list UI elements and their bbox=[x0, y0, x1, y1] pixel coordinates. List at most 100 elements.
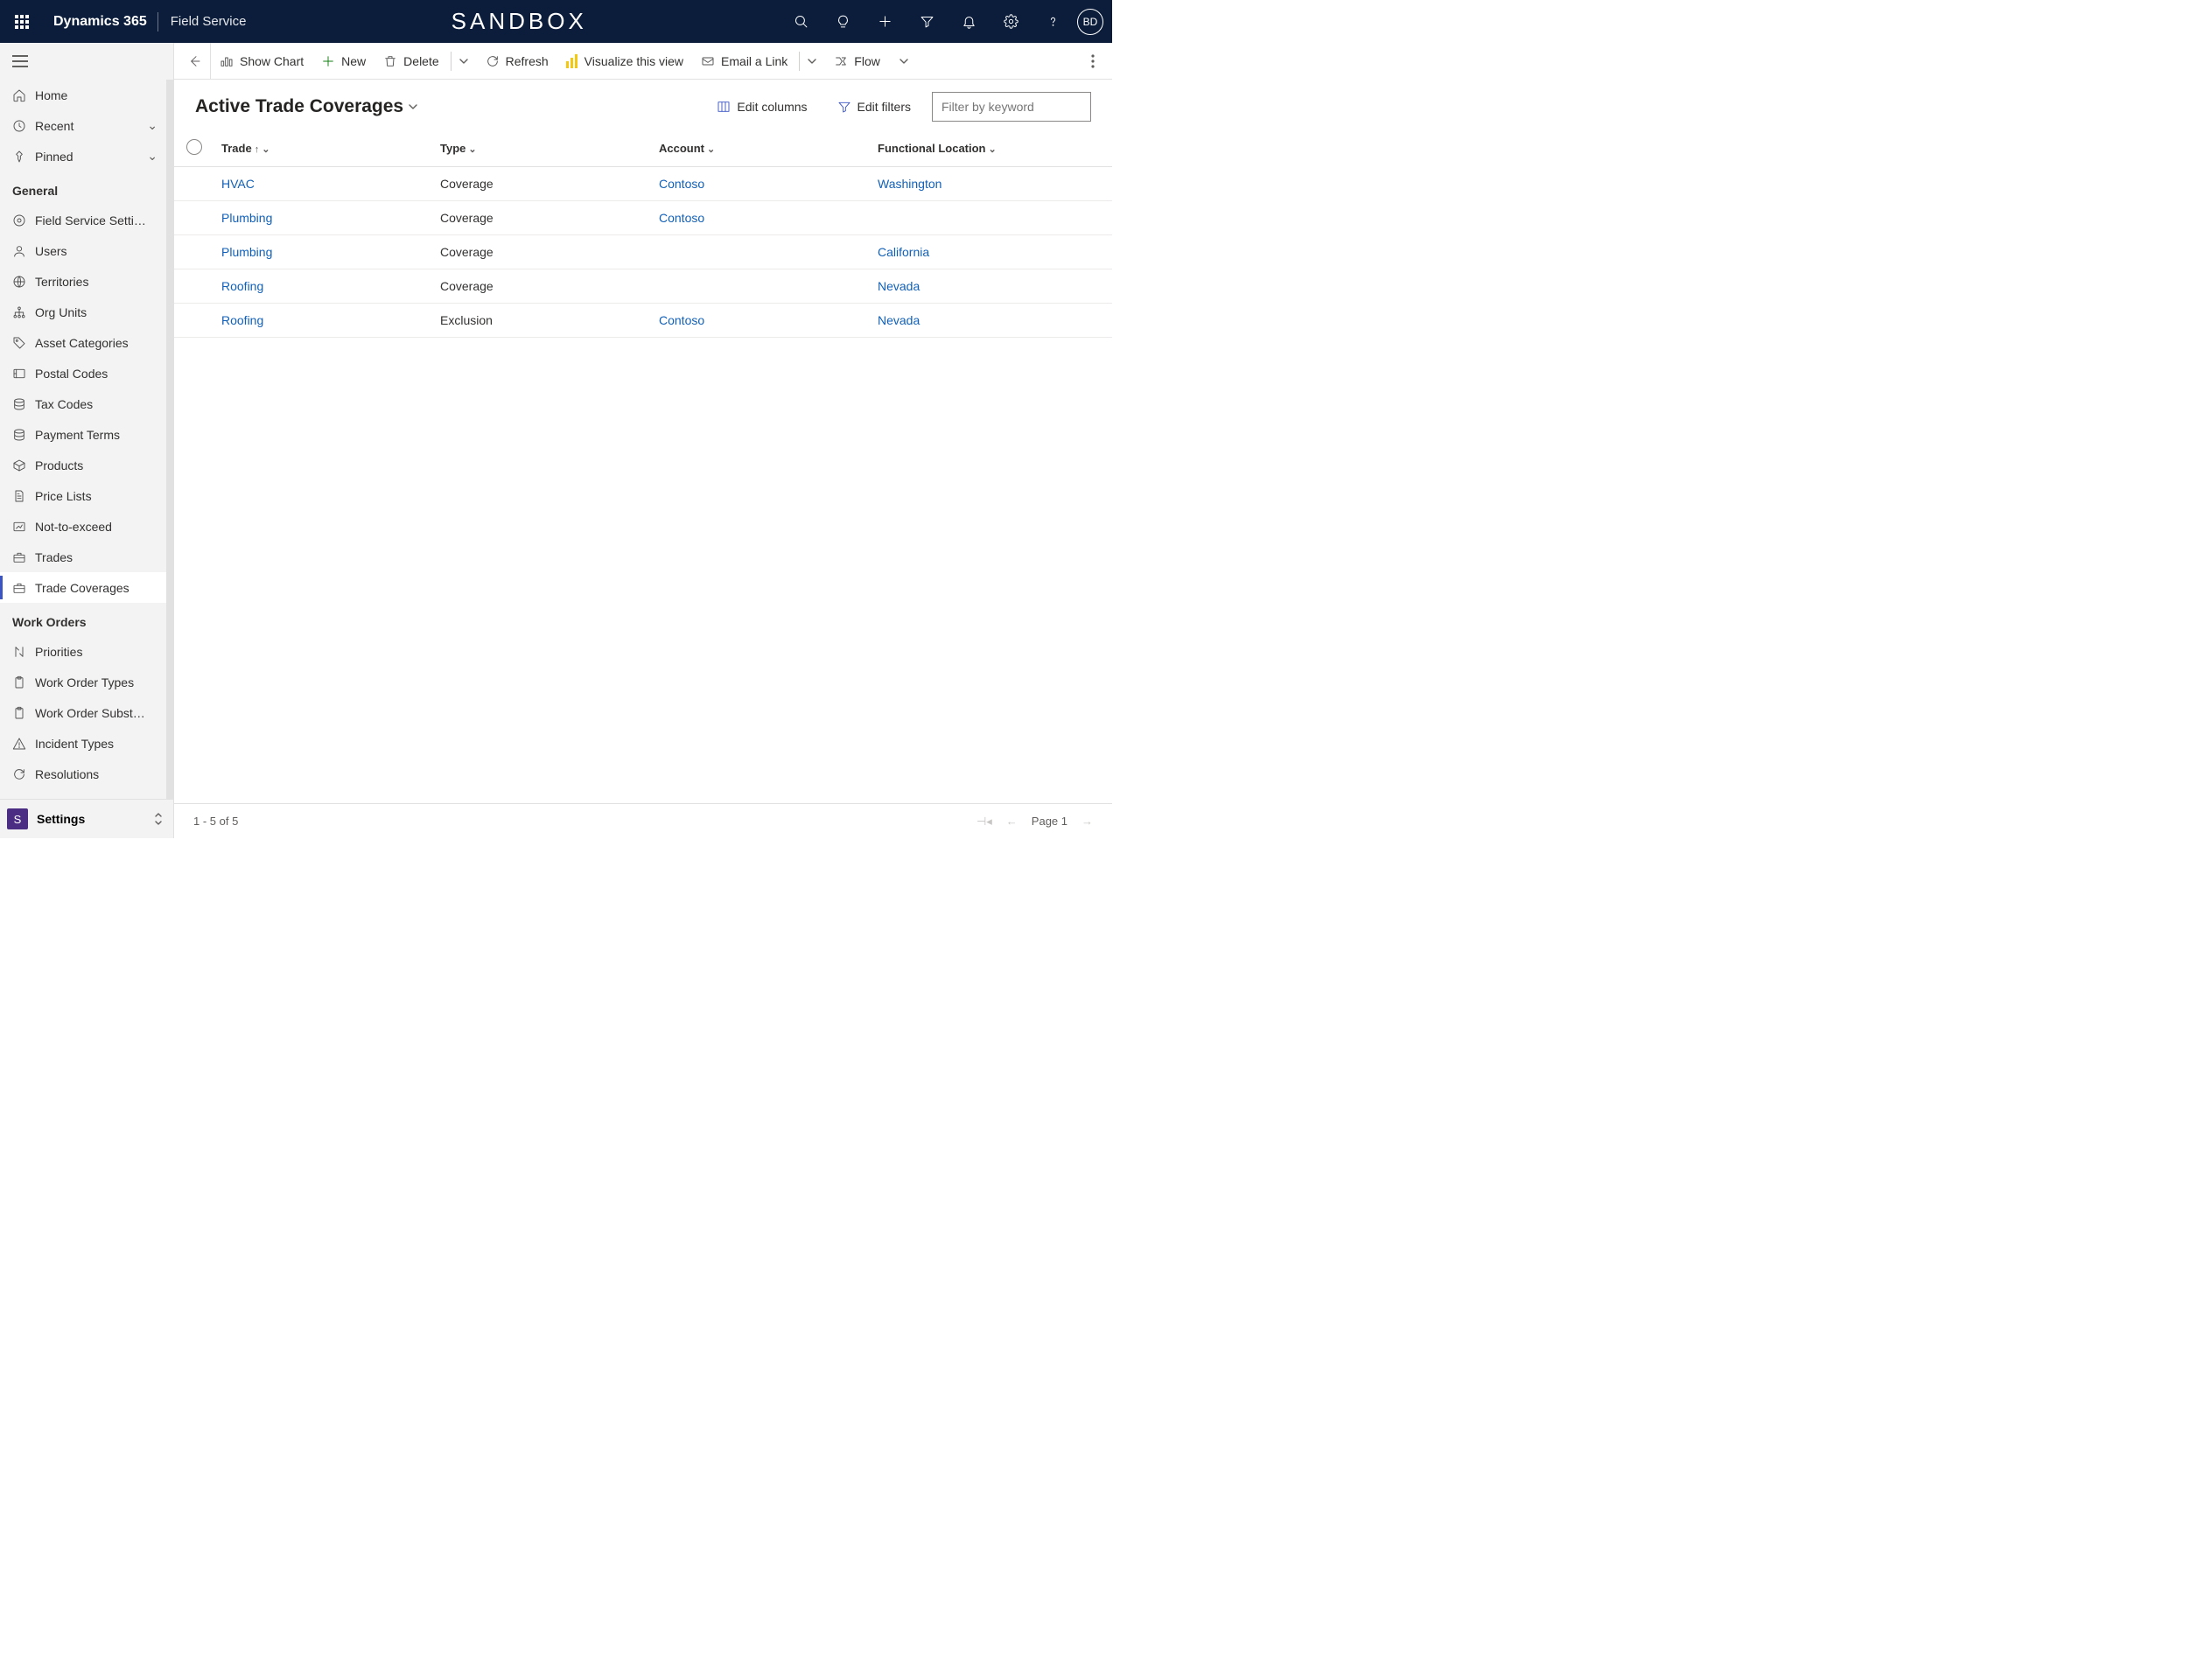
column-header-account[interactable]: Account⌄ bbox=[652, 130, 871, 167]
account-link[interactable]: Contoso bbox=[659, 313, 704, 327]
visualize-button[interactable]: Visualize this view bbox=[557, 43, 692, 80]
lightbulb-icon bbox=[836, 14, 850, 29]
location-link[interactable]: California bbox=[878, 245, 929, 259]
location-link[interactable]: Nevada bbox=[878, 313, 920, 327]
nav-item[interactable]: Work Order Types bbox=[0, 667, 166, 697]
add-button[interactable] bbox=[864, 0, 906, 43]
first-page-button[interactable]: ⊣◂ bbox=[976, 815, 992, 829]
back-button[interactable] bbox=[178, 43, 211, 80]
table-row[interactable]: Roofing Exclusion Contoso Nevada bbox=[174, 304, 1112, 338]
main-content: Show Chart New Delete Refresh Visualize … bbox=[174, 43, 1112, 838]
row-select[interactable] bbox=[174, 269, 214, 304]
nav-home[interactable]: Home bbox=[0, 80, 166, 110]
more-commands-button[interactable] bbox=[1077, 54, 1109, 68]
edit-filters-button[interactable]: Edit filters bbox=[829, 94, 920, 119]
chevron-down-icon[interactable] bbox=[459, 57, 468, 66]
column-header-location[interactable]: Functional Location⌄ bbox=[871, 130, 1112, 167]
nav-item[interactable]: Not-to-exceed bbox=[0, 511, 166, 542]
trade-link[interactable]: Roofing bbox=[221, 313, 263, 327]
help-button[interactable] bbox=[1032, 0, 1074, 43]
warn-icon bbox=[12, 737, 26, 751]
row-select[interactable] bbox=[174, 235, 214, 269]
user-avatar[interactable]: BD bbox=[1077, 9, 1103, 35]
nav-item[interactable]: Price Lists bbox=[0, 480, 166, 511]
box-icon bbox=[12, 458, 26, 472]
nav-item[interactable]: Asset Categories bbox=[0, 327, 166, 358]
nav-item[interactable]: Incident Types bbox=[0, 728, 166, 759]
nav-item[interactable]: Users bbox=[0, 235, 166, 266]
area-switcher[interactable]: S Settings bbox=[0, 799, 173, 838]
app-name[interactable]: Field Service bbox=[158, 14, 259, 29]
flow-button[interactable]: Flow bbox=[825, 43, 916, 80]
prev-page-button[interactable]: ← bbox=[1006, 815, 1018, 828]
sitemap-toggle[interactable] bbox=[0, 43, 173, 80]
view-title-dropdown[interactable]: Active Trade Coverages bbox=[195, 96, 417, 117]
type-cell: Exclusion bbox=[433, 304, 652, 338]
edit-columns-button[interactable]: Edit columns bbox=[708, 94, 816, 119]
table-row[interactable]: PlumbingCoverageCalifornia bbox=[174, 235, 1112, 269]
nav-item[interactable]: Products bbox=[0, 450, 166, 480]
mail-icon bbox=[701, 54, 715, 68]
nav-label: Trade Coverages bbox=[35, 581, 158, 595]
table-row[interactable]: HVACCoverageContosoWashington bbox=[174, 167, 1112, 201]
nav-item[interactable]: Payment Terms bbox=[0, 419, 166, 450]
trade-link[interactable]: Plumbing bbox=[221, 211, 272, 225]
bell-icon bbox=[962, 14, 976, 29]
briefcase-icon bbox=[12, 550, 26, 564]
location-link[interactable]: Nevada bbox=[878, 279, 920, 293]
next-page-button[interactable]: → bbox=[1082, 815, 1093, 828]
refresh-icon bbox=[12, 767, 26, 781]
doc-icon bbox=[12, 489, 26, 503]
column-header-trade[interactable]: Trade↑⌄ bbox=[214, 130, 433, 167]
chevron-down-icon[interactable] bbox=[808, 57, 816, 66]
refresh-button[interactable]: Refresh bbox=[477, 43, 557, 80]
show-chart-button[interactable]: Show Chart bbox=[211, 43, 312, 80]
trade-link[interactable]: HVAC bbox=[221, 177, 255, 191]
nav-item[interactable]: Resolutions bbox=[0, 759, 166, 789]
flow-icon bbox=[834, 54, 848, 68]
nav-item[interactable]: Field Service Setti… bbox=[0, 205, 166, 235]
table-row[interactable]: RoofingCoverageNevada bbox=[174, 269, 1112, 304]
advanced-filter-button[interactable] bbox=[906, 0, 948, 43]
row-select[interactable] bbox=[174, 201, 214, 235]
row-select[interactable] bbox=[174, 167, 214, 201]
select-all-header[interactable] bbox=[174, 130, 214, 167]
notifications-button[interactable] bbox=[948, 0, 990, 43]
row-select[interactable] bbox=[174, 304, 214, 338]
account-link[interactable]: Contoso bbox=[659, 177, 704, 191]
nav-item[interactable]: Trade Coverages bbox=[0, 572, 166, 603]
nav-item[interactable]: Territories bbox=[0, 266, 166, 297]
area-initial: S bbox=[7, 808, 28, 829]
trade-link[interactable]: Plumbing bbox=[221, 245, 272, 259]
refresh-label: Refresh bbox=[506, 54, 549, 68]
table-row[interactable]: PlumbingCoverageContoso bbox=[174, 201, 1112, 235]
keyword-filter-input[interactable] bbox=[932, 92, 1091, 122]
nav-label: Products bbox=[35, 458, 158, 472]
nav-label: Org Units bbox=[35, 305, 158, 319]
nav-item[interactable]: Work Order Subst… bbox=[0, 697, 166, 728]
trade-link[interactable]: Roofing bbox=[221, 279, 263, 293]
nte-icon bbox=[12, 520, 26, 534]
column-header-type[interactable]: Type⌄ bbox=[433, 130, 652, 167]
delete-button[interactable]: Delete bbox=[374, 43, 476, 80]
nav-item[interactable]: Priorities bbox=[0, 636, 166, 667]
email-link-button[interactable]: Email a Link bbox=[692, 43, 825, 80]
assistant-button[interactable] bbox=[822, 0, 864, 43]
gear-icon bbox=[12, 213, 26, 227]
location-link[interactable]: Washington bbox=[878, 177, 942, 191]
settings-button[interactable] bbox=[990, 0, 1032, 43]
app-launcher-button[interactable] bbox=[0, 15, 43, 29]
nav-recent[interactable]: Recent⌄ bbox=[0, 110, 166, 141]
chevron-down-icon bbox=[409, 102, 417, 111]
environment-badge: SANDBOX bbox=[258, 8, 780, 35]
nav-item[interactable]: Org Units bbox=[0, 297, 166, 327]
account-link[interactable]: Contoso bbox=[659, 211, 704, 225]
edit-columns-label: Edit columns bbox=[737, 100, 807, 114]
chevron-down-icon[interactable] bbox=[900, 57, 908, 66]
nav-item[interactable]: Postal Codes bbox=[0, 358, 166, 388]
nav-pinned[interactable]: Pinned⌄ bbox=[0, 141, 166, 171]
search-button[interactable] bbox=[780, 0, 822, 43]
nav-item[interactable]: Trades bbox=[0, 542, 166, 572]
new-button[interactable]: New bbox=[312, 43, 374, 80]
nav-item[interactable]: Tax Codes bbox=[0, 388, 166, 419]
